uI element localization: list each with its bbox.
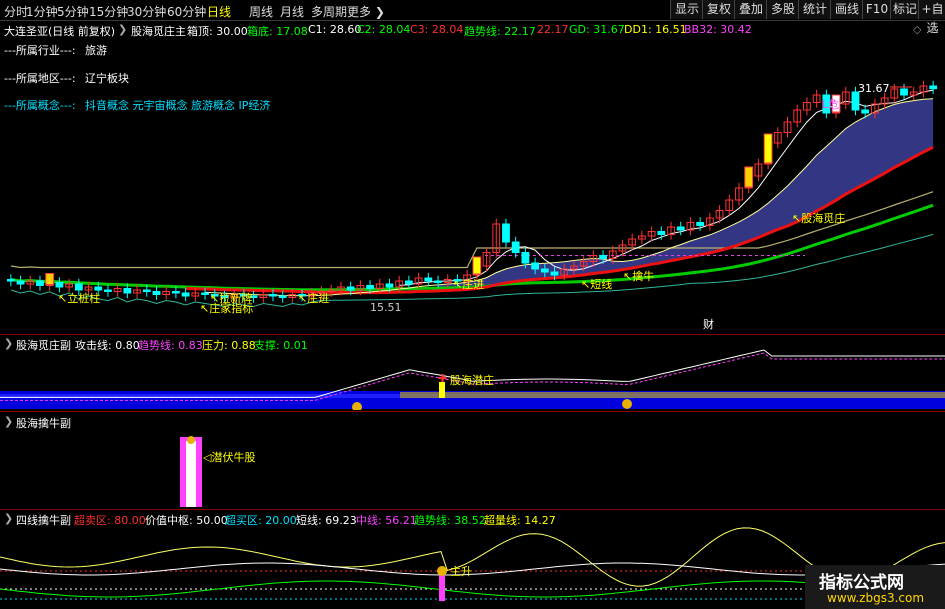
- tab-10[interactable]: 更多 ❯: [347, 3, 385, 20]
- sub2-bar-inner: [186, 441, 196, 507]
- candle-body: [404, 280, 413, 285]
- chart-annotation-6: ↖擒牛: [623, 269, 654, 283]
- candle-body: [502, 223, 510, 243]
- sub3-chart: 主升: [0, 527, 945, 601]
- tab-8[interactable]: 月线: [280, 3, 304, 20]
- candle-body: [55, 282, 64, 288]
- candle-body: [346, 286, 355, 291]
- candle-body: [94, 286, 103, 291]
- tab-3[interactable]: 15分钟: [89, 3, 128, 20]
- candle-body: [540, 268, 549, 273]
- sub1-annotation: 股海潜庄: [450, 373, 494, 387]
- candle-body: [366, 285, 374, 289]
- tab-9[interactable]: 多周期: [311, 3, 347, 20]
- sub3-annotation: 主升: [450, 565, 472, 578]
- chart-annotation-0: ↖立桩柱: [58, 291, 100, 305]
- candle-body: [861, 109, 870, 114]
- candle-body: [6, 279, 15, 282]
- tab-1[interactable]: 1分钟: [26, 3, 58, 20]
- toolbar-button-7[interactable]: 标记: [890, 0, 919, 19]
- candle-body: [123, 288, 132, 294]
- candle-body: [929, 85, 938, 90]
- chart-annotation-11: 财: [703, 317, 714, 331]
- candle-body: [278, 295, 287, 298]
- watermark: 指标公式网 www.zbgs3.com: [805, 565, 945, 609]
- toolbar-button-1[interactable]: 复权: [702, 0, 735, 19]
- signal-candle: [763, 133, 773, 164]
- trend-band: [438, 98, 934, 291]
- candle-body: [676, 226, 685, 231]
- candle-body: [152, 291, 161, 295]
- coin-icon: [622, 399, 632, 409]
- candle-body: [521, 252, 530, 264]
- sub3-mid-line: [0, 562, 945, 576]
- candle-body: [424, 277, 433, 282]
- toolbar-button-3[interactable]: 多股: [766, 0, 799, 19]
- chart-annotation-10: 15.51: [370, 301, 402, 314]
- chart-annotation-8: L危: [822, 98, 839, 111]
- candle-body: [550, 271, 559, 276]
- candle-body: [16, 280, 25, 285]
- sub1-olive-band: [400, 392, 945, 398]
- candle-body: [181, 292, 190, 297]
- sub2-chart: ◁潜伏牛股: [180, 436, 255, 507]
- chart-annotation-2: ↖拉新牌: [210, 291, 252, 305]
- candle-body: [201, 292, 209, 295]
- chart-annotation-9: 31.67: [858, 82, 890, 95]
- toolbar-button-2[interactable]: 叠加: [734, 0, 767, 19]
- toolbar-button-4[interactable]: 统计: [798, 0, 831, 19]
- tab-4[interactable]: 30分钟: [127, 3, 166, 20]
- candle-body: [599, 255, 607, 259]
- candle-body: [531, 262, 540, 270]
- candle-body: [434, 280, 442, 283]
- candle-body: [385, 283, 394, 288]
- toolbar-button-0[interactable]: 显示: [670, 0, 703, 19]
- sub3-short-line: [0, 527, 945, 587]
- candle-body: [511, 241, 520, 253]
- candle-body: [74, 283, 83, 291]
- toolbar-button-5[interactable]: 画线: [830, 0, 863, 19]
- tab-2[interactable]: 5分钟: [57, 3, 89, 20]
- signal-candle: [472, 256, 482, 275]
- toolbar-button-6[interactable]: F10: [862, 0, 891, 19]
- candle-body: [104, 289, 112, 292]
- chart-annotation-4: ↖庄进: [453, 277, 484, 291]
- tab-5[interactable]: 60分钟: [167, 3, 206, 20]
- coin-icon: [187, 436, 195, 444]
- chart-annotation-7: ↖股海觅庄: [792, 211, 845, 225]
- candle-body: [900, 88, 908, 96]
- coin-icon: [437, 566, 447, 576]
- tab-7[interactable]: 周线: [249, 3, 273, 20]
- candle-body: [171, 291, 180, 294]
- low-line-teal: [10, 233, 934, 308]
- candle-body: [142, 289, 151, 292]
- sub1-chart: ✚ 股海潜庄: [0, 349, 945, 410]
- tab-6[interactable]: 日线: [207, 3, 231, 20]
- sub1-signal-icon: ✚: [438, 372, 447, 385]
- sub2-annotation: ◁潜伏牛股: [203, 450, 255, 464]
- toolbar-button-8[interactable]: +自选: [918, 0, 945, 35]
- candle-body: [657, 231, 666, 235]
- period-toolbar: 分时 1分钟 5分钟 15分钟 30分钟 60分钟 日线 周线 月线 多周期 更多 ❯ 显示 复权 叠加…: [0, 0, 945, 35]
- chart-annotation-3: ↖庄进: [298, 291, 329, 305]
- signal-candle: [744, 166, 754, 188]
- main-kline-chart: ↖立桩柱↖庄家指标↖拉新牌 ↖庄进↖庄进 ↖短线↖擒牛↖股海觅庄L危31.6715.…: [6, 80, 938, 331]
- chart-annotation-5: ↖短线: [581, 277, 612, 291]
- signal-candle: [45, 273, 55, 285]
- candle-body: [269, 294, 277, 297]
- tab-0[interactable]: 分时: [4, 3, 28, 20]
- candle-body: [696, 222, 705, 226]
- candle-body: [36, 280, 44, 286]
